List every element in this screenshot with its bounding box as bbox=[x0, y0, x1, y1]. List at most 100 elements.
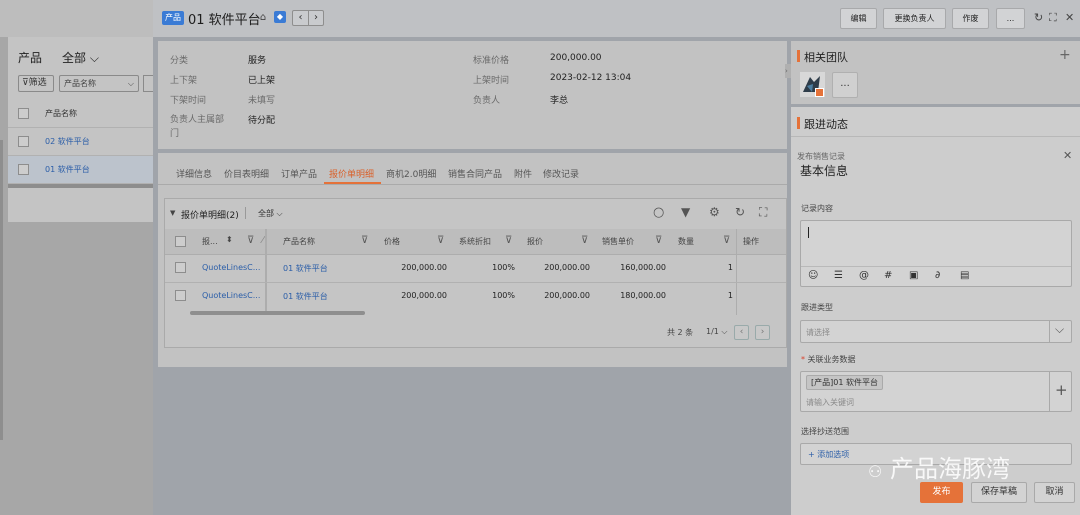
list-icon[interactable]: ☰ bbox=[834, 270, 843, 281]
save-draft-button[interactable]: 保存草稿 bbox=[971, 482, 1027, 503]
tab-details[interactable]: 详细信息 bbox=[176, 167, 212, 180]
row-checkbox[interactable] bbox=[18, 136, 29, 147]
left-edge-bar bbox=[0, 140, 3, 440]
filter-icon[interactable]: ⊽ bbox=[437, 235, 444, 246]
tab-opportunity[interactable]: 商机2.0明细 bbox=[386, 167, 436, 180]
quote-link[interactable]: QuoteLinesC... bbox=[202, 263, 260, 272]
related-label-text: 关联业务数据 bbox=[807, 355, 856, 364]
lock-icon[interactable]: ⌂ bbox=[256, 11, 270, 25]
cancel-button[interactable]: 取消 bbox=[1034, 482, 1075, 503]
add-related-icon[interactable]: + bbox=[1055, 381, 1068, 399]
tab-order-products[interactable]: 订单产品 bbox=[281, 167, 317, 180]
filter-icon[interactable]: ⊽ bbox=[361, 235, 368, 246]
total-count: 共 2 条 bbox=[667, 328, 694, 337]
filter-field-select[interactable]: 产品名称 ⌵ bbox=[59, 75, 139, 92]
more-members-button[interactable]: ... bbox=[832, 72, 858, 98]
page-select[interactable]: 1/1 ⌵ bbox=[706, 327, 728, 337]
related-chip[interactable]: [产品]01 软件平台 bbox=[806, 375, 883, 390]
tab-attachments[interactable]: 附件 bbox=[514, 167, 532, 180]
more-button[interactable]: ... bbox=[996, 8, 1025, 29]
prev-record-icon[interactable]: ‹ bbox=[293, 11, 308, 25]
tab-change-log[interactable]: 修改记录 bbox=[543, 167, 579, 180]
chevron-down-icon[interactable]: ⌵ bbox=[1055, 322, 1064, 337]
tab-contract-products[interactable]: 销售合同产品 bbox=[448, 167, 502, 180]
close-icon[interactable]: ✕ bbox=[1063, 149, 1072, 162]
chevron-down-icon: ⌵ bbox=[127, 79, 134, 88]
emoji-icon[interactable]: ☺ bbox=[808, 270, 818, 281]
filter-icon[interactable]: ⊽ bbox=[581, 235, 588, 246]
column-header-price[interactable]: 价格 bbox=[384, 236, 400, 247]
file-icon[interactable]: ▤ bbox=[960, 270, 969, 281]
column-header-quote[interactable]: 报... bbox=[202, 236, 218, 247]
filter-icon: ⊽ bbox=[22, 78, 29, 88]
type-select[interactable] bbox=[800, 320, 1072, 343]
row-checkbox[interactable] bbox=[18, 164, 29, 175]
horizontal-scrollbar[interactable] bbox=[8, 184, 153, 188]
field-label: 标准价格 bbox=[473, 56, 510, 66]
page-title: 01 软件平台 bbox=[188, 13, 261, 28]
follow-up-title: 跟进动态 bbox=[804, 118, 848, 131]
row-checkbox[interactable] bbox=[175, 262, 186, 273]
filter-icon[interactable]: ▼ bbox=[681, 205, 690, 219]
tag-icon[interactable]: ◆ bbox=[274, 11, 286, 23]
price-cell: 200,000.00 bbox=[401, 263, 447, 272]
settings-icon[interactable]: ⚙ bbox=[709, 205, 720, 219]
column-header-product-name: 产品名称 bbox=[45, 109, 77, 118]
select-all-checkbox[interactable] bbox=[175, 236, 186, 247]
filter-button[interactable]: ⊽筛选 bbox=[18, 75, 54, 92]
filter-icon[interactable]: ⊽ bbox=[505, 235, 512, 246]
filter-icon[interactable]: ⊽ bbox=[655, 235, 662, 246]
horizontal-scrollbar[interactable] bbox=[190, 311, 365, 315]
add-member-icon[interactable]: + bbox=[1059, 47, 1071, 63]
table-filter[interactable]: 全部 ⌵ bbox=[258, 208, 283, 219]
collapse-caret-icon[interactable]: ▼ bbox=[170, 209, 175, 217]
product-link[interactable]: 01 软件平台 bbox=[283, 263, 328, 274]
column-header-qty[interactable]: 数量 bbox=[678, 236, 694, 247]
pin-icon[interactable]: ⁄ bbox=[262, 235, 264, 246]
tab-price-list[interactable]: 价目表明细 bbox=[224, 167, 269, 180]
list-item[interactable]: 02 软件平台 bbox=[8, 128, 153, 156]
quote-link[interactable]: QuoteLinesC... bbox=[202, 291, 260, 300]
tab-quote-lines[interactable]: 报价单明细 bbox=[329, 167, 374, 180]
field-label: 上架时间 bbox=[473, 76, 510, 86]
change-owner-button[interactable]: 更换负责人 bbox=[883, 8, 946, 29]
publish-button[interactable]: 发布 bbox=[920, 482, 963, 503]
list-item-link[interactable]: 01 软件平台 bbox=[45, 156, 90, 184]
hashtag-icon[interactable]: # bbox=[884, 270, 892, 281]
chevron-down-icon: ⌵ bbox=[276, 209, 283, 218]
column-header-discount[interactable]: 系统折扣 bbox=[459, 236, 491, 247]
fullscreen-icon[interactable]: ⛶ bbox=[759, 205, 767, 220]
void-button[interactable]: 作废 bbox=[952, 8, 989, 29]
attachment-icon[interactable]: ∂ bbox=[935, 270, 940, 281]
column-header-offer[interactable]: 报价 bbox=[527, 236, 543, 247]
prev-page-button[interactable]: ‹ bbox=[734, 325, 749, 340]
search-icon[interactable]: ○ bbox=[653, 205, 664, 220]
product-link[interactable]: 01 软件平台 bbox=[283, 291, 328, 302]
column-header-unit-price[interactable]: 销售单价 bbox=[602, 236, 634, 247]
sort-icon[interactable]: ⬍ bbox=[226, 235, 233, 244]
edit-button[interactable]: 编辑 bbox=[840, 8, 877, 29]
add-option-link[interactable]: + 添加选项 bbox=[808, 449, 849, 460]
refresh-icon[interactable]: ↻ bbox=[735, 205, 745, 219]
image-icon[interactable]: ▣ bbox=[909, 270, 918, 281]
view-selector[interactable]: 全部 ⌵ bbox=[62, 49, 99, 66]
divider bbox=[791, 136, 1080, 137]
list-item-link[interactable]: 02 软件平台 bbox=[45, 128, 90, 156]
next-record-icon[interactable]: › bbox=[308, 11, 323, 25]
list-item[interactable]: 01 软件平台 bbox=[8, 156, 153, 184]
close-icon[interactable]: ✕ bbox=[1065, 11, 1074, 24]
wechat-icon: ⚇ bbox=[868, 462, 883, 481]
column-header-product[interactable]: 产品名称 bbox=[283, 236, 315, 247]
table-title: 报价单明细(2) bbox=[181, 211, 239, 221]
next-page-button[interactable]: › bbox=[755, 325, 770, 340]
filter-icon[interactable]: ⊽ bbox=[723, 235, 730, 246]
table-filter-label: 全部 bbox=[258, 209, 274, 218]
mention-icon[interactable]: @ bbox=[859, 270, 869, 281]
filter-icon[interactable]: ⊽ bbox=[247, 235, 254, 246]
row-checkbox[interactable] bbox=[175, 290, 186, 301]
refresh-icon[interactable]: ↻ bbox=[1034, 11, 1043, 24]
expand-icon[interactable]: ⛶ bbox=[1049, 11, 1057, 25]
frozen-divider bbox=[265, 229, 267, 315]
record-navigation: ‹ › bbox=[292, 10, 324, 26]
select-all-checkbox[interactable] bbox=[18, 108, 29, 119]
